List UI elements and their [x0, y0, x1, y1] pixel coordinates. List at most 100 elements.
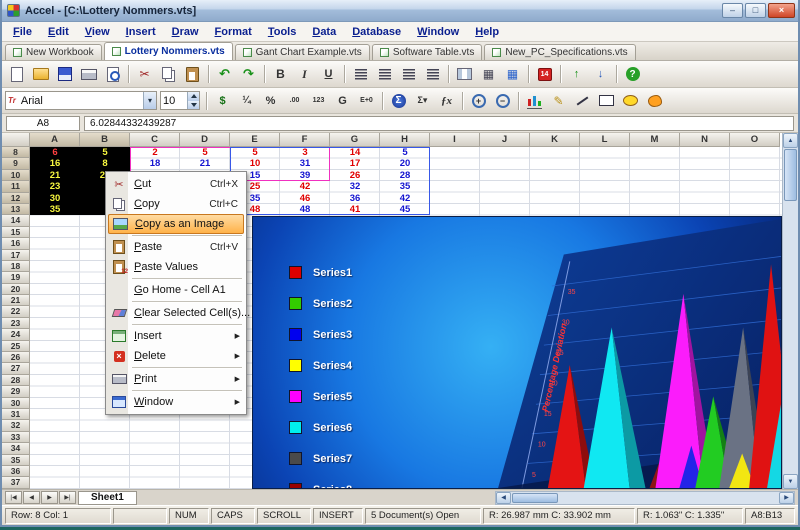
- column-header-A[interactable]: A: [30, 133, 80, 147]
- menu-format[interactable]: Format: [207, 23, 260, 41]
- dropdown-arrow-icon[interactable]: [143, 92, 156, 109]
- row-header-12[interactable]: 12: [2, 193, 30, 204]
- context-cut[interactable]: CutCtrl+X: [108, 174, 244, 194]
- row-header-15[interactable]: 15: [2, 227, 30, 238]
- cut-button[interactable]: ✂: [133, 63, 156, 85]
- column-header-O[interactable]: O: [730, 133, 780, 147]
- vertical-scrollbar[interactable]: ▲ ▼: [782, 133, 798, 489]
- menu-insert[interactable]: Insert: [118, 23, 164, 41]
- align-left-button[interactable]: [349, 63, 372, 85]
- cell-H11[interactable]: 35: [380, 181, 430, 192]
- select-all-corner[interactable]: [2, 133, 30, 147]
- save-button[interactable]: [53, 63, 76, 85]
- undo-button[interactable]: ↶: [213, 63, 236, 85]
- sheet-next-button[interactable]: ▶: [41, 491, 58, 504]
- title-bar[interactable]: Accel - [C:\Lottery Nommers.vts] – □ ×: [2, 0, 798, 22]
- scroll-right-button[interactable]: ▶: [779, 492, 794, 504]
- row-header-37[interactable]: 37: [2, 477, 30, 488]
- decimal-button[interactable]: .00: [283, 90, 306, 112]
- column-header-N[interactable]: N: [680, 133, 730, 147]
- freeform-tool-button[interactable]: [643, 90, 666, 112]
- embedded-chart[interactable]: 3530252015105 Percentage Deviation Serie…: [252, 216, 782, 489]
- zoom-in-button[interactable]: +: [467, 90, 490, 112]
- column-header-I[interactable]: I: [430, 133, 480, 147]
- horizontal-scrollbar[interactable]: ◀ ▶: [495, 491, 795, 505]
- italic-button[interactable]: I: [293, 63, 316, 85]
- cell-F10[interactable]: 39: [280, 170, 330, 181]
- font-size-spinner[interactable]: [187, 92, 199, 109]
- row-header-19[interactable]: 19: [2, 272, 30, 283]
- context-copy-as-an-image[interactable]: Copy as an Image: [108, 214, 244, 234]
- scroll-track[interactable]: [783, 202, 798, 474]
- column-header-B[interactable]: B: [80, 133, 130, 147]
- cell-A9[interactable]: 16: [30, 158, 80, 169]
- autosum-button[interactable]: Σ: [387, 90, 410, 112]
- sheet-tab-sheet1[interactable]: Sheet1: [78, 491, 137, 505]
- cell-name-box[interactable]: A8: [6, 116, 80, 131]
- cell-G13[interactable]: 41: [330, 204, 380, 215]
- column-header-C[interactable]: C: [130, 133, 180, 147]
- menu-help[interactable]: Help: [467, 23, 507, 41]
- zoom-out-button[interactable]: −: [491, 90, 514, 112]
- row-header-34[interactable]: 34: [2, 443, 30, 454]
- cell-G12[interactable]: 36: [330, 193, 380, 204]
- row-header-16[interactable]: 16: [2, 238, 30, 249]
- row-header-36[interactable]: 36: [2, 466, 30, 477]
- help-button[interactable]: ?: [621, 63, 644, 85]
- row-header-22[interactable]: 22: [2, 306, 30, 317]
- autosum-menu-button[interactable]: Σ▾: [411, 90, 434, 112]
- menu-file[interactable]: File: [5, 23, 40, 41]
- menu-view[interactable]: View: [77, 23, 118, 41]
- cell-H9[interactable]: 20: [380, 158, 430, 169]
- ellipse-tool-button[interactable]: [619, 90, 642, 112]
- merge-cells-button[interactable]: [453, 63, 476, 85]
- cell-E9[interactable]: 10: [230, 158, 280, 169]
- row-header-9[interactable]: 9: [2, 158, 30, 169]
- align-right-button[interactable]: [397, 63, 420, 85]
- open-button[interactable]: [29, 63, 52, 85]
- calendar-button[interactable]: 14: [533, 63, 556, 85]
- font-name-select[interactable]: Tr Arial: [5, 91, 157, 110]
- context-window[interactable]: Window▶: [108, 392, 244, 412]
- underline-button[interactable]: U: [317, 63, 340, 85]
- cell-A11[interactable]: 23: [30, 181, 80, 192]
- row-header-18[interactable]: 18: [2, 261, 30, 272]
- row-header-24[interactable]: 24: [2, 329, 30, 340]
- row-header-8[interactable]: 8: [2, 147, 30, 158]
- borders-button[interactable]: ▦: [477, 63, 500, 85]
- close-button[interactable]: ×: [768, 3, 795, 18]
- menu-window[interactable]: Window: [409, 23, 467, 41]
- cell-F12[interactable]: 46: [280, 193, 330, 204]
- new-workbook-button[interactable]: [5, 63, 28, 85]
- column-header-D[interactable]: D: [180, 133, 230, 147]
- doc-tab-software-table-vts[interactable]: Software Table.vts: [372, 44, 483, 60]
- print-preview-button[interactable]: [101, 63, 124, 85]
- percent-button[interactable]: %: [259, 90, 282, 112]
- context-copy[interactable]: CopyCtrl+C: [108, 194, 244, 214]
- spin-down-icon[interactable]: [188, 101, 199, 110]
- pencil-tool-button[interactable]: ✎: [547, 90, 570, 112]
- menu-draw[interactable]: Draw: [164, 23, 207, 41]
- column-header-G[interactable]: G: [330, 133, 380, 147]
- number-format-button[interactable]: 123: [307, 90, 330, 112]
- cell-C8[interactable]: 2: [130, 147, 180, 158]
- column-header-L[interactable]: L: [580, 133, 630, 147]
- row-header-28[interactable]: 28: [2, 375, 30, 386]
- context-paste[interactable]: PasteCtrl+V: [108, 237, 244, 257]
- row-header-13[interactable]: 13: [2, 204, 30, 215]
- row-header-27[interactable]: 27: [2, 363, 30, 374]
- column-header-H[interactable]: H: [380, 133, 430, 147]
- row-header-10[interactable]: 10: [2, 170, 30, 181]
- row-header-11[interactable]: 11: [2, 181, 30, 192]
- paste-button[interactable]: [181, 63, 204, 85]
- context-go-home-cell-a1[interactable]: Go Home - Cell A1: [108, 280, 244, 300]
- doc-tab-new-pc-specifications-vts[interactable]: New_PC_Specifications.vts: [484, 44, 635, 60]
- sheet-prev-button[interactable]: ◀: [23, 491, 40, 504]
- doc-tab-gant-chart-example-vts[interactable]: Gant Chart Example.vts: [235, 44, 370, 60]
- cell-G8[interactable]: 14: [330, 147, 380, 158]
- redo-button[interactable]: ↷: [237, 63, 260, 85]
- context-delete[interactable]: Delete▶: [108, 346, 244, 366]
- cell-H13[interactable]: 45: [380, 204, 430, 215]
- column-header-K[interactable]: K: [530, 133, 580, 147]
- rectangle-tool-button[interactable]: [595, 90, 618, 112]
